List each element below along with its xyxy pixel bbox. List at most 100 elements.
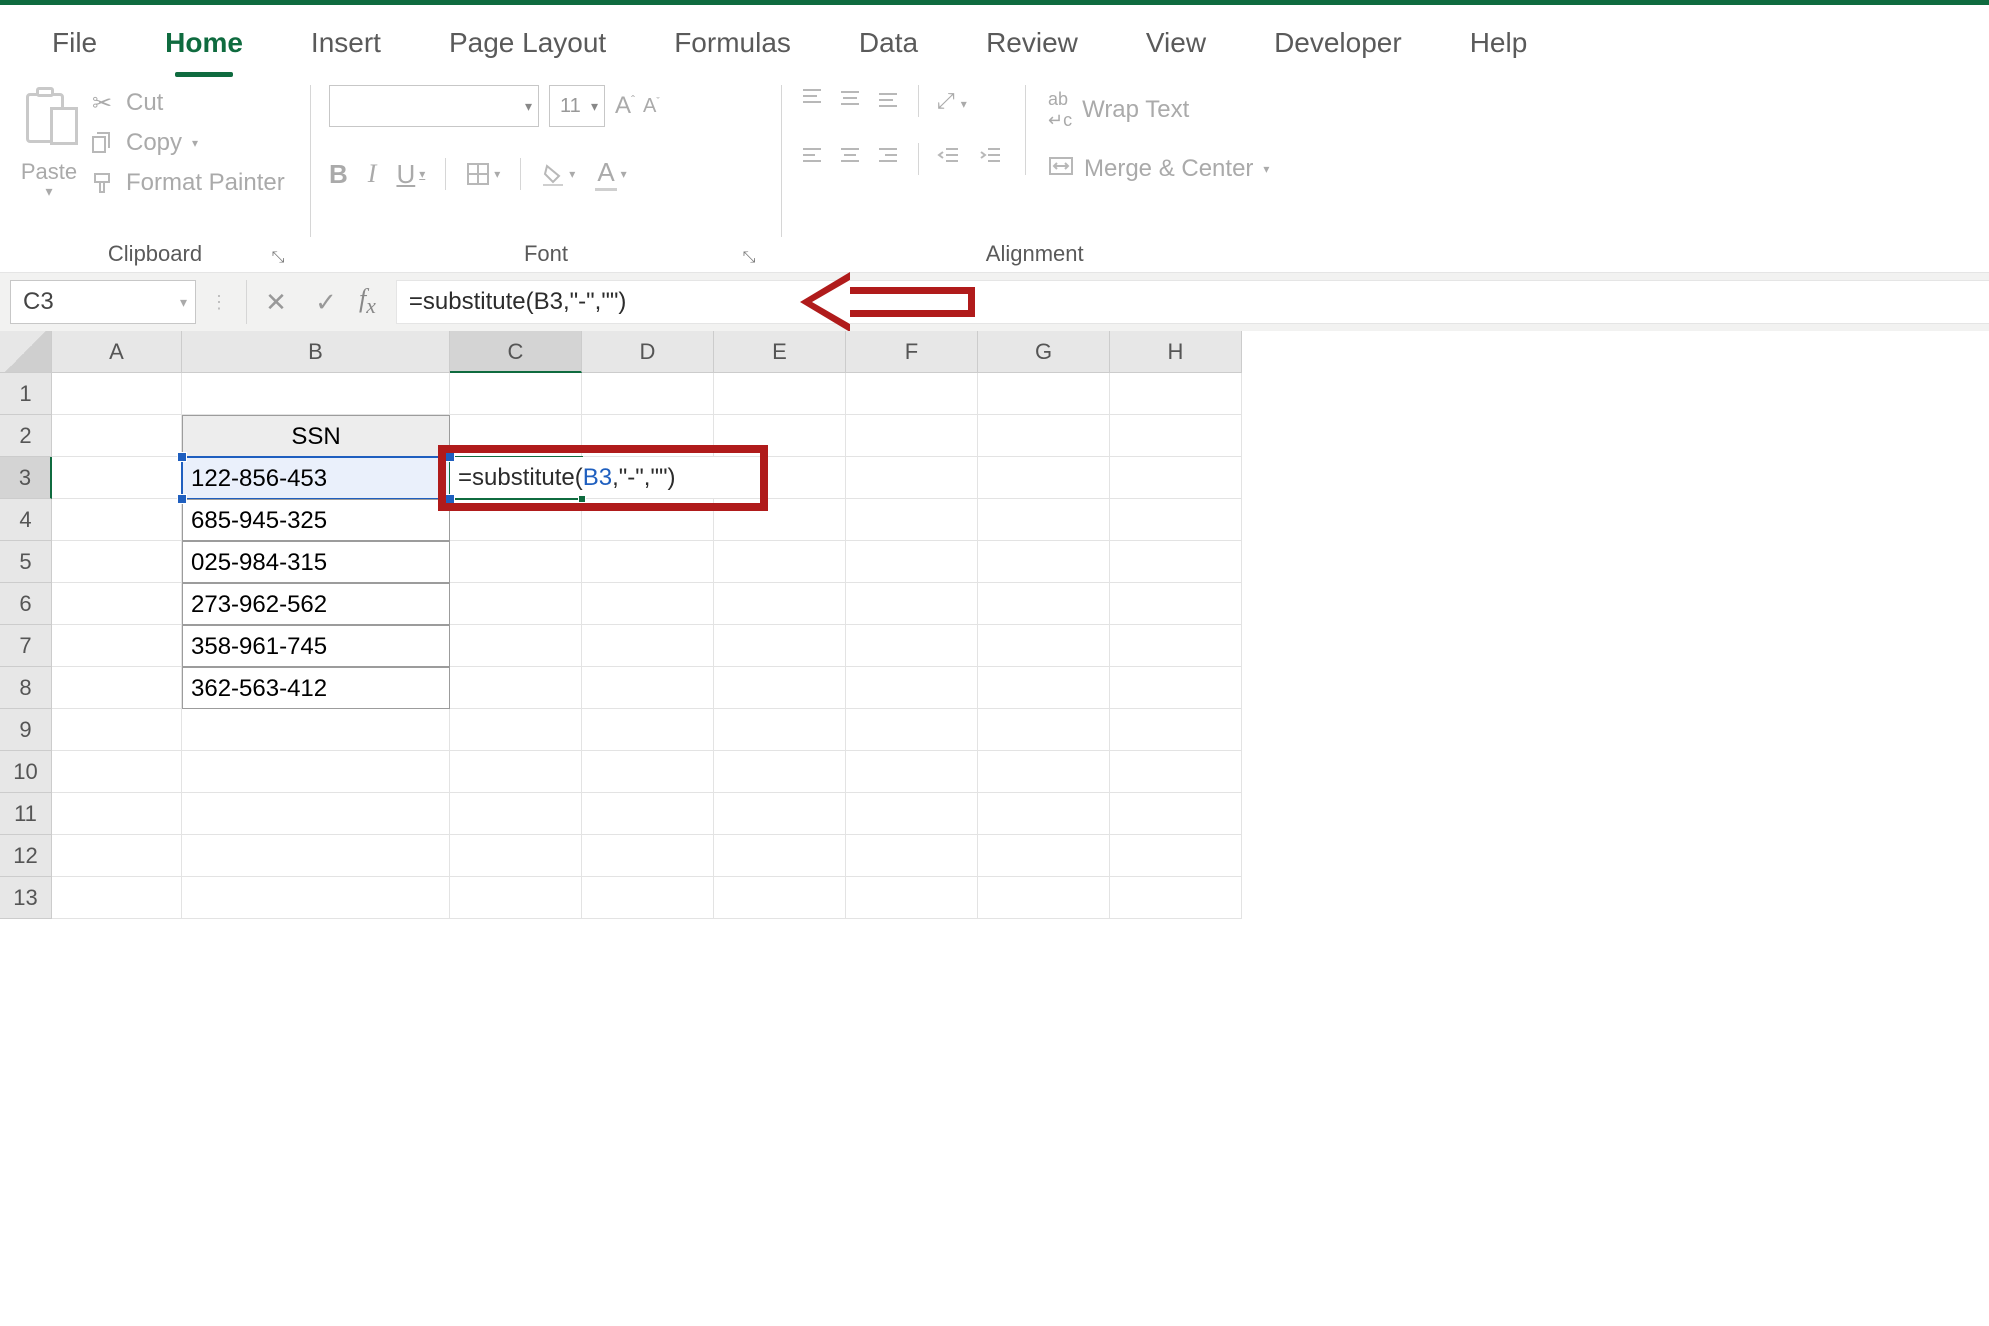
bold-button[interactable]: B [329, 159, 348, 190]
cell[interactable] [714, 709, 846, 751]
cell[interactable] [714, 373, 846, 415]
cell[interactable] [714, 625, 846, 667]
column-header[interactable]: D [582, 331, 714, 373]
cell[interactable] [450, 499, 582, 541]
row-header[interactable]: 2 [0, 415, 52, 457]
column-header[interactable]: G [978, 331, 1110, 373]
align-top-icon[interactable] [800, 86, 824, 116]
cell[interactable]: 358-961-745 [182, 625, 450, 667]
row-header[interactable]: 11 [0, 793, 52, 835]
cell[interactable] [582, 541, 714, 583]
cell[interactable] [978, 751, 1110, 793]
font-name-dropdown[interactable]: ▾ [329, 85, 539, 127]
borders-button[interactable]: ▾ [466, 162, 500, 186]
align-right-icon[interactable] [876, 144, 900, 174]
column-header[interactable]: H [1110, 331, 1242, 373]
copy-button[interactable]: Copy ▾ [88, 129, 285, 157]
row-header[interactable]: 9 [0, 709, 52, 751]
cell[interactable] [450, 709, 582, 751]
paste-button[interactable]: Paste ▾ [18, 85, 80, 200]
dialog-launcher-icon[interactable]: ⤡ [739, 249, 759, 269]
cancel-formula-button[interactable]: ✕ [251, 287, 301, 318]
cell[interactable] [846, 583, 978, 625]
cell[interactable] [450, 835, 582, 877]
cell[interactable] [582, 499, 714, 541]
cell[interactable] [52, 457, 182, 499]
row-header[interactable]: 10 [0, 751, 52, 793]
align-middle-icon[interactable] [838, 86, 862, 116]
chevron-down-icon[interactable]: ▾ [192, 136, 198, 150]
menu-tab-file[interactable]: File [18, 9, 131, 75]
insert-function-button[interactable]: fx [351, 284, 396, 319]
cell[interactable] [1110, 793, 1242, 835]
menu-tab-help[interactable]: Help [1436, 9, 1562, 75]
cell[interactable] [182, 373, 450, 415]
column-header[interactable]: B [182, 331, 450, 373]
align-center-icon[interactable] [838, 144, 862, 174]
column-header[interactable]: C [450, 331, 582, 373]
row-header[interactable]: 13 [0, 877, 52, 919]
cell[interactable] [1110, 415, 1242, 457]
menu-tab-view[interactable]: View [1112, 9, 1240, 75]
cell[interactable] [52, 667, 182, 709]
cell[interactable] [52, 415, 182, 457]
cell[interactable] [714, 415, 846, 457]
cell[interactable] [978, 583, 1110, 625]
cell[interactable] [52, 373, 182, 415]
cell[interactable] [978, 625, 1110, 667]
align-left-icon[interactable] [800, 144, 824, 174]
orientation-button[interactable]: ⤢ ▾ [937, 88, 967, 114]
decrease-indent-icon[interactable] [937, 144, 961, 174]
cell[interactable] [1110, 751, 1242, 793]
cell[interactable] [714, 499, 846, 541]
cell[interactable] [52, 877, 182, 919]
cell[interactable] [1110, 583, 1242, 625]
cell[interactable] [714, 541, 846, 583]
grid-body[interactable]: SSN122-856-453=substitute(B3,"-","")685-… [52, 373, 1242, 919]
chevron-down-icon[interactable]: ▾ [45, 183, 52, 200]
row-header[interactable]: 8 [0, 667, 52, 709]
cell[interactable] [846, 415, 978, 457]
cell[interactable] [978, 835, 1110, 877]
column-header[interactable]: A [52, 331, 182, 373]
cell[interactable] [1110, 667, 1242, 709]
cell[interactable] [846, 877, 978, 919]
cut-button[interactable]: ✂ Cut [88, 89, 285, 117]
row-header[interactable]: 5 [0, 541, 52, 583]
cell[interactable] [52, 541, 182, 583]
decrease-font-icon[interactable]: Aˇ [643, 95, 660, 118]
cell[interactable]: 273-962-562 [182, 583, 450, 625]
cell[interactable] [582, 415, 714, 457]
cell[interactable] [582, 877, 714, 919]
cell[interactable] [52, 583, 182, 625]
cell[interactable] [182, 877, 450, 919]
menu-tab-page-layout[interactable]: Page Layout [415, 9, 640, 75]
cell[interactable] [978, 667, 1110, 709]
cell[interactable] [182, 835, 450, 877]
drag-handle-icon[interactable]: ⋮ [196, 292, 242, 313]
cell[interactable] [714, 877, 846, 919]
font-color-button[interactable]: A▾ [595, 157, 626, 191]
cell[interactable] [978, 415, 1110, 457]
cell[interactable] [182, 709, 450, 751]
cell[interactable] [582, 625, 714, 667]
menu-tab-developer[interactable]: Developer [1240, 9, 1436, 75]
menu-tab-data[interactable]: Data [825, 9, 952, 75]
cell[interactable] [978, 541, 1110, 583]
name-box[interactable]: C3 ▾ [10, 280, 196, 324]
cell[interactable] [714, 793, 846, 835]
cell[interactable] [582, 583, 714, 625]
cell[interactable]: 685-945-325 [182, 499, 450, 541]
cell[interactable]: 025-984-315 [182, 541, 450, 583]
cell[interactable] [846, 499, 978, 541]
cell[interactable] [978, 793, 1110, 835]
cell[interactable] [1110, 373, 1242, 415]
menu-tab-formulas[interactable]: Formulas [640, 9, 825, 75]
cell[interactable] [1110, 625, 1242, 667]
row-header[interactable]: 1 [0, 373, 52, 415]
row-header[interactable]: 4 [0, 499, 52, 541]
row-header[interactable]: 12 [0, 835, 52, 877]
cell[interactable] [714, 835, 846, 877]
cell[interactable] [846, 751, 978, 793]
cell[interactable] [978, 499, 1110, 541]
